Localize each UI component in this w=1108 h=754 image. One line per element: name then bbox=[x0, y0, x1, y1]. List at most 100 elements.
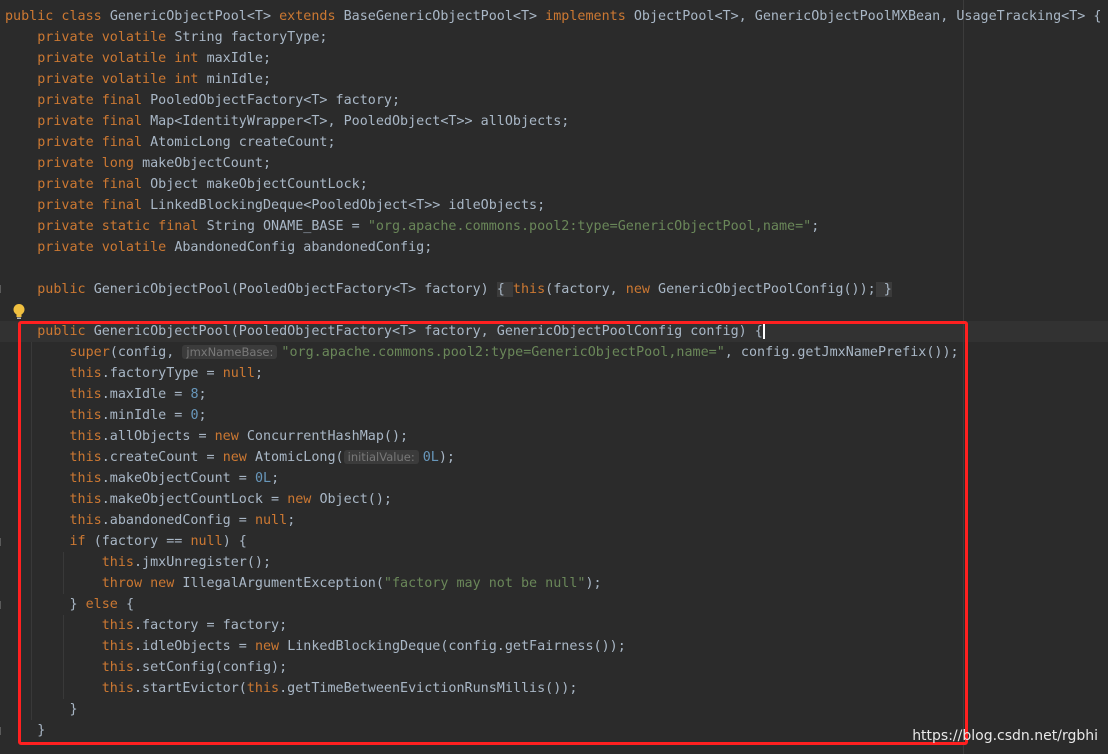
code-keyword: this bbox=[69, 429, 102, 444]
code-line[interactable]: this.abandonedConfig = null; bbox=[0, 510, 1108, 531]
code-line[interactable] bbox=[0, 258, 1108, 279]
code-line[interactable]: this.factoryType = null; bbox=[0, 363, 1108, 384]
code-text: { bbox=[125, 597, 134, 612]
code-line[interactable]: private long makeObjectCount; bbox=[0, 153, 1108, 174]
code-line[interactable]: if (factory == null) { bbox=[0, 531, 1108, 552]
code-line[interactable]: this.allObjects = new ConcurrentHashMap(… bbox=[0, 426, 1108, 447]
code-line[interactable]: this.makeObjectCountLock = new Object(); bbox=[0, 489, 1108, 510]
code-number: 0 bbox=[190, 408, 199, 423]
code-text: AtomicLong( bbox=[254, 450, 344, 465]
code-line[interactable]: this.factory = factory; bbox=[0, 615, 1108, 636]
code-line[interactable]: private final LinkedBlockingDeque<Pooled… bbox=[0, 195, 1108, 216]
folded-brace: } bbox=[875, 282, 892, 297]
code-text: minIdle; bbox=[206, 72, 272, 87]
code-line[interactable]: } bbox=[0, 699, 1108, 720]
code-text: .getTimeBetweenEvictionRunsMillis()); bbox=[279, 681, 578, 696]
code-string: "org.apache.commons.pool2:type=GenericOb… bbox=[367, 219, 812, 234]
code-text: PooledObjectFactory<T> factory; bbox=[150, 93, 401, 108]
code-line[interactable]: private volatile AbandonedConfig abandon… bbox=[0, 237, 1108, 258]
code-text: GenericObjectPoolConfig()); bbox=[658, 282, 876, 297]
code-text: BaseGenericObjectPool<T> bbox=[343, 9, 546, 24]
indent-guide bbox=[31, 447, 33, 468]
code-number: 0L bbox=[254, 471, 272, 486]
code-line[interactable]: private final AtomicLong createCount; bbox=[0, 132, 1108, 153]
code-keyword: private final bbox=[37, 93, 151, 108]
code-line[interactable]: this.idleObjects = new LinkedBlockingDeq… bbox=[0, 636, 1108, 657]
code-keyword: public bbox=[37, 324, 94, 339]
code-keyword: private volatile int bbox=[37, 51, 207, 66]
code-line[interactable]: private final Map<IdentityWrapper<T>, Po… bbox=[0, 111, 1108, 132]
code-text: .allObjects = bbox=[101, 429, 215, 444]
indent-guide bbox=[31, 531, 33, 552]
code-line[interactable]: this.jmxUnregister(); bbox=[0, 552, 1108, 573]
code-line[interactable]: private volatile String factoryType; bbox=[0, 27, 1108, 48]
indent-guide bbox=[31, 384, 33, 405]
code-text: ; bbox=[811, 219, 820, 234]
code-text: ; bbox=[287, 513, 296, 528]
code-line[interactable]: public class GenericObjectPool<T> extend… bbox=[0, 6, 1108, 27]
code-line[interactable]: this.startEvictor(this.getTimeBetweenEvi… bbox=[0, 678, 1108, 699]
code-line[interactable]: this.createCount = new AtomicLong(initia… bbox=[0, 447, 1108, 468]
code-keyword: implements bbox=[545, 9, 634, 24]
code-text: makeObjectCount; bbox=[142, 156, 272, 171]
indent-guide bbox=[63, 678, 65, 699]
code-text: .makeObjectCountLock = bbox=[101, 492, 288, 507]
code-text: } bbox=[5, 702, 78, 717]
code-keyword: extends bbox=[279, 9, 344, 24]
code-line[interactable]: private static final String ONAME_BASE =… bbox=[0, 216, 1108, 237]
code-editor[interactable]: public class GenericObjectPool<T> extend… bbox=[0, 0, 1108, 754]
code-keyword: null bbox=[190, 534, 223, 549]
indent-guide bbox=[31, 678, 33, 699]
code-line[interactable]: this.maxIdle = 8; bbox=[0, 384, 1108, 405]
code-keyword: new bbox=[254, 639, 288, 654]
code-text: ConcurrentHashMap(); bbox=[246, 429, 409, 444]
code-text: (factory, bbox=[545, 282, 626, 297]
code-line[interactable]: public GenericObjectPool(PooledObjectFac… bbox=[0, 279, 1108, 300]
code-text: .minIdle = bbox=[101, 408, 191, 423]
code-line[interactable]: this.makeObjectCount = 0L; bbox=[0, 468, 1108, 489]
code-keyword: this bbox=[69, 366, 102, 381]
code-keyword: private final bbox=[37, 198, 151, 213]
indent-guide bbox=[31, 657, 33, 678]
code-text: } bbox=[5, 597, 86, 612]
code-text: GenericObjectPool<T> bbox=[109, 9, 280, 24]
code-keyword: new bbox=[222, 450, 255, 465]
indent-guide bbox=[31, 594, 33, 615]
code-line[interactable]: private final PooledObjectFactory<T> fac… bbox=[0, 90, 1108, 111]
code-string: "factory may not be null" bbox=[383, 576, 586, 591]
code-line[interactable]: public GenericObjectPool(PooledObjectFac… bbox=[0, 321, 1108, 342]
code-line[interactable]: this.minIdle = 0; bbox=[0, 405, 1108, 426]
code-text: maxIdle; bbox=[206, 51, 272, 66]
code-line[interactable]: } else { bbox=[0, 594, 1108, 615]
indent-guide bbox=[63, 615, 65, 636]
code-line[interactable]: private volatile int minIdle; bbox=[0, 69, 1108, 90]
code-lines[interactable]: public class GenericObjectPool<T> extend… bbox=[0, 6, 1108, 741]
code-keyword: private final bbox=[37, 177, 151, 192]
code-line[interactable]: throw new IllegalArgumentException("fact… bbox=[0, 573, 1108, 594]
code-keyword: this bbox=[101, 639, 134, 654]
code-keyword: public bbox=[37, 282, 94, 297]
code-line[interactable] bbox=[0, 300, 1108, 321]
code-keyword: new bbox=[214, 429, 247, 444]
code-keyword: private static final bbox=[37, 219, 207, 234]
code-line[interactable]: this.setConfig(config); bbox=[0, 657, 1108, 678]
parameter-hint: jmxNameBase: bbox=[182, 345, 278, 359]
code-text: .factoryType = bbox=[101, 366, 223, 381]
code-line[interactable]: super(config, jmxNameBase: "org.apache.co… bbox=[0, 342, 1108, 363]
code-number: 8 bbox=[190, 387, 199, 402]
code-line[interactable]: private volatile int maxIdle; bbox=[0, 48, 1108, 69]
code-line[interactable]: private final Object makeObjectCountLock… bbox=[0, 174, 1108, 195]
code-keyword: this bbox=[69, 450, 102, 465]
indent-guide bbox=[31, 615, 33, 636]
